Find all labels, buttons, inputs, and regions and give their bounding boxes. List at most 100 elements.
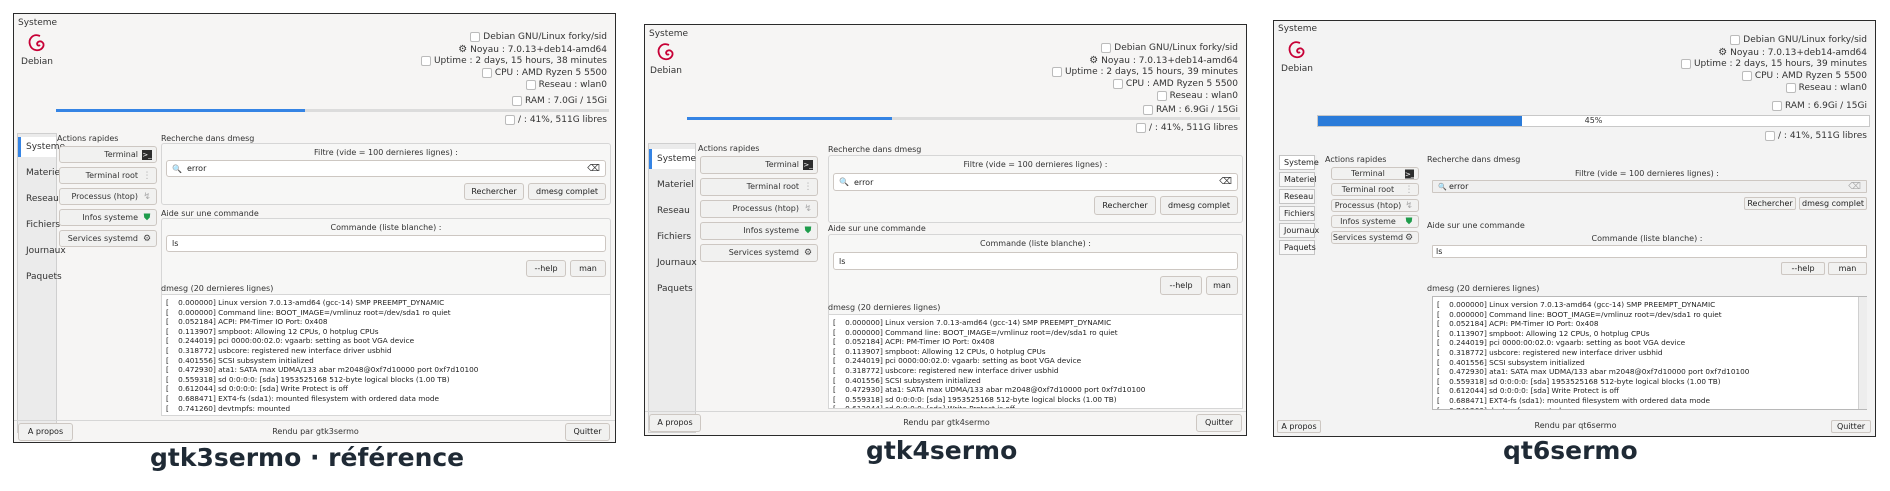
search-icon: 🔍 <box>1438 182 1447 191</box>
kernel-line: ⚙ Noyau : 7.0.13+deb14-amd64 <box>1089 55 1238 66</box>
sidebar-item-materiel[interactable]: Materiel <box>649 175 695 195</box>
sidebar-item-fichiers[interactable]: Fichiers <box>649 227 695 247</box>
cpu-line: CPU : AMD Ryzen 5 5500 <box>1112 79 1238 89</box>
systemd-services-button[interactable]: Services systemd ⚙ <box>59 230 157 247</box>
process-icon: ↯ <box>1405 200 1413 211</box>
terminal-button[interactable]: Terminal >_ <box>1331 167 1419 180</box>
log-line: [ 0.472930] ata1: SATA max UDMA/133 abar… <box>833 385 1146 395</box>
clock-icon <box>1680 59 1691 69</box>
ram-icon <box>511 96 522 106</box>
sidebar-item-materiel[interactable]: Materiel <box>1279 172 1317 187</box>
search-button[interactable]: Rechercher <box>1744 197 1796 210</box>
sidebar-item-paquets[interactable]: Paquets <box>649 279 695 299</box>
terminal-root-button[interactable]: Terminal root ⋮ <box>1331 183 1419 196</box>
sidebar-item-fichiers[interactable]: Fichiers <box>1279 206 1315 221</box>
system-info-button[interactable]: Infos systeme ⛊ <box>59 209 157 226</box>
quit-button[interactable]: Quitter <box>565 423 610 441</box>
log-line: [ 0.472930] ata1: SATA max UDMA/133 abar… <box>1437 367 1750 377</box>
dmesg-full-button[interactable]: dmesg complet <box>528 183 606 200</box>
htop-button[interactable]: Processus (htop) ↯ <box>59 188 157 205</box>
man-button[interactable]: man <box>1828 262 1867 275</box>
sidebar-item-journaux[interactable]: Journaux <box>649 253 697 273</box>
log-scrollbar[interactable] <box>1858 297 1867 409</box>
ram-progress <box>56 109 609 112</box>
log-line: [ 0.612044] sd 0:0:0:0: [sda] Write Prot… <box>833 404 1015 409</box>
systemd-services-button[interactable]: Services systemd ⚙ <box>1331 231 1419 244</box>
sidebar-item-journaux[interactable]: Journaux <box>18 241 66 261</box>
uptime-line: Uptime : 2 days, 15 hours, 38 minutes <box>420 56 607 66</box>
os-line: Debian GNU/Linux forky/sid <box>470 32 607 42</box>
monitor-icon: ⛊ <box>804 226 812 236</box>
log-line: [ 0.052184] ACPI: PM-Timer IO Port: 0x40… <box>833 337 995 347</box>
system-info-button[interactable]: Infos systeme ⛊ <box>700 222 818 240</box>
sidebar-item-paquets[interactable]: Paquets <box>1279 240 1316 255</box>
process-icon: ↯ <box>143 191 151 202</box>
sidebar-item-materiel[interactable]: Materiel <box>18 163 63 183</box>
help-button[interactable]: --help <box>526 260 566 277</box>
command-input[interactable]: ls <box>166 235 606 252</box>
clear-icon[interactable]: ⌫ <box>1848 182 1861 192</box>
search-button[interactable]: Rechercher <box>1094 196 1156 215</box>
debian-logo: Debian <box>1280 39 1314 74</box>
help-command-label: Commande (liste blanche) : <box>1591 234 1703 243</box>
debian-logo: Debian <box>20 32 54 67</box>
sidebar-item-systeme[interactable]: Systeme <box>1279 155 1319 170</box>
system-info-button[interactable]: Infos systeme ⛊ <box>1331 215 1419 228</box>
sidebar-item-reseau[interactable]: Reseau <box>649 201 695 221</box>
sidebar-item-reseau[interactable]: Reseau <box>18 189 59 209</box>
disk-line: / : 41%, 511G libres <box>1765 131 1867 141</box>
terminal-icon: >_ <box>803 160 813 170</box>
log-line: [ 0.113907] smpboot: Allowing 12 CPUs, 0… <box>166 326 379 336</box>
kernel-line: ⚙ Noyau : 7.0.13+deb14-amd64 <box>458 44 607 55</box>
quit-button[interactable]: Quitter <box>1196 414 1242 432</box>
dmesg-full-button[interactable]: dmesg complet <box>1160 196 1238 215</box>
clock-icon <box>420 56 431 66</box>
command-input[interactable]: ls <box>1432 245 1867 258</box>
help-button[interactable]: --help <box>1781 262 1825 275</box>
terminal-icon: >_ <box>1405 169 1415 178</box>
network-icon <box>525 80 536 90</box>
quit-button[interactable]: Quitter <box>1831 420 1871 433</box>
clear-icon[interactable]: ⌫ <box>587 164 600 174</box>
log-line: [ 0.244019] pci 0000:00:02.0: vgaarb: se… <box>1437 338 1686 348</box>
sidebar-item-systeme[interactable]: Systeme <box>649 149 696 169</box>
filter-input[interactable]: 🔍 error ⌫ <box>833 173 1238 191</box>
log-title: dmesg (20 dernieres lignes) <box>1427 284 1540 293</box>
dmesg-search-title: Recherche dans dmesg <box>828 145 922 154</box>
disk-line: / : 41%, 511G libres <box>505 115 607 125</box>
sidebar-item-reseau[interactable]: Reseau <box>1279 189 1315 204</box>
log-line: [ 0.244019] pci 0000:00:02.0: vgaarb: se… <box>833 356 1082 366</box>
terminal-button[interactable]: Terminal >_ <box>700 156 818 174</box>
log-line: [ 0.318772] usbcore: registered new inte… <box>833 365 1059 375</box>
man-button[interactable]: man <box>570 260 606 277</box>
sidebar-item-fichiers[interactable]: Fichiers <box>18 215 60 235</box>
clear-icon[interactable]: ⌫ <box>1219 177 1232 187</box>
command-input[interactable]: ls <box>833 252 1238 270</box>
dmesg-log[interactable]: [ 0.000000] Linux version 7.0.13-amd64 (… <box>161 294 611 416</box>
gtk3-window: Systeme Debian Debian GNU/Linux forky/si… <box>13 13 616 443</box>
terminal-button[interactable]: Terminal >_ <box>59 146 157 163</box>
dmesg-log[interactable]: [ 0.000000] Linux version 7.0.13-amd64 (… <box>1432 296 1867 410</box>
gear-icon: ⚙ <box>1718 47 1728 58</box>
quick-actions-title: Actions rapides <box>57 134 119 143</box>
caption-gtk3: gtk3sermo · référence <box>150 443 465 472</box>
os-label: Debian <box>1281 64 1313 74</box>
gtk4-window: Systeme Debian Debian GNU/Linux forky/si… <box>644 24 1247 436</box>
system-frame-label: Systeme <box>18 18 58 28</box>
search-button[interactable]: Rechercher <box>464 183 524 200</box>
man-button[interactable]: man <box>1206 276 1238 295</box>
dmesg-full-button[interactable]: dmesg complet <box>1799 197 1867 210</box>
sidebar-item-paquets[interactable]: Paquets <box>18 267 62 287</box>
sidebar-item-systeme[interactable]: Systeme <box>18 137 65 157</box>
terminal-root-button[interactable]: Terminal root ⋮ <box>700 178 818 196</box>
dmesg-log[interactable]: [ 0.000000] Linux version 7.0.13-amd64 (… <box>828 314 1243 409</box>
log-line: [ 0.318772] usbcore: registered new inte… <box>1437 347 1663 357</box>
htop-button[interactable]: Processus (htop) ↯ <box>700 200 818 218</box>
systemd-services-button[interactable]: Services systemd ⚙ <box>700 244 818 262</box>
filter-input[interactable]: 🔍 error ⌫ <box>166 160 606 177</box>
terminal-root-button[interactable]: Terminal root ⋮ <box>59 167 157 184</box>
filter-input[interactable]: 🔍 error ⌫ <box>1432 180 1867 193</box>
sidebar-item-journaux[interactable]: Journaux <box>1279 223 1319 238</box>
htop-button[interactable]: Processus (htop) ↯ <box>1331 199 1419 212</box>
help-button[interactable]: --help <box>1160 276 1202 295</box>
